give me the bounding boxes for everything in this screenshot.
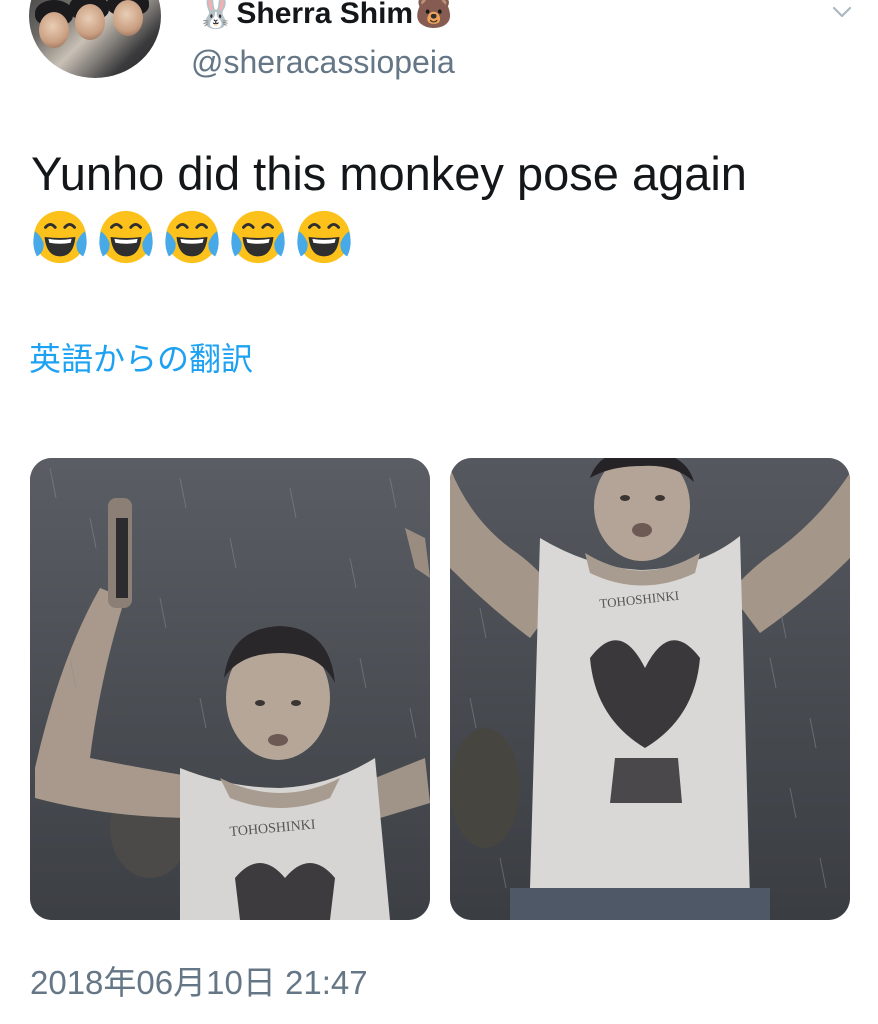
- tweet-card[interactable]: 🐰 Sherra Shim 🐻 @sheracassiopeia Yunho d…: [0, 0, 878, 1024]
- photo-right[interactable]: TOHOSHINKI: [450, 458, 850, 920]
- tweet-text: Yunho did this monkey pose again: [31, 147, 747, 200]
- face-with-tears-of-joy-icon: [33, 210, 87, 264]
- chevron-down-icon[interactable]: [832, 2, 852, 22]
- emoji-row: [31, 206, 353, 268]
- bear-icon: 🐻: [415, 0, 453, 30]
- photo-left[interactable]: TOHOSHINKI: [30, 458, 430, 920]
- face-with-tears-of-joy-icon: [99, 210, 153, 264]
- timestamp[interactable]: 2018年06月10日 21:47: [30, 956, 368, 1004]
- face-with-tears-of-joy-icon: [165, 210, 219, 264]
- rabbit-icon: 🐰: [197, 0, 235, 30]
- user-handle[interactable]: @sheracassiopeia: [191, 44, 455, 81]
- face-with-tears-of-joy-icon: [297, 210, 351, 264]
- face-with-tears-of-joy-icon: [231, 210, 285, 264]
- author-name-row[interactable]: 🐰 Sherra Shim 🐻: [197, 0, 452, 34]
- avatar[interactable]: [29, 0, 161, 78]
- display-name[interactable]: Sherra Shim: [236, 0, 413, 31]
- translate-link[interactable]: 英語からの翻訳: [29, 334, 253, 380]
